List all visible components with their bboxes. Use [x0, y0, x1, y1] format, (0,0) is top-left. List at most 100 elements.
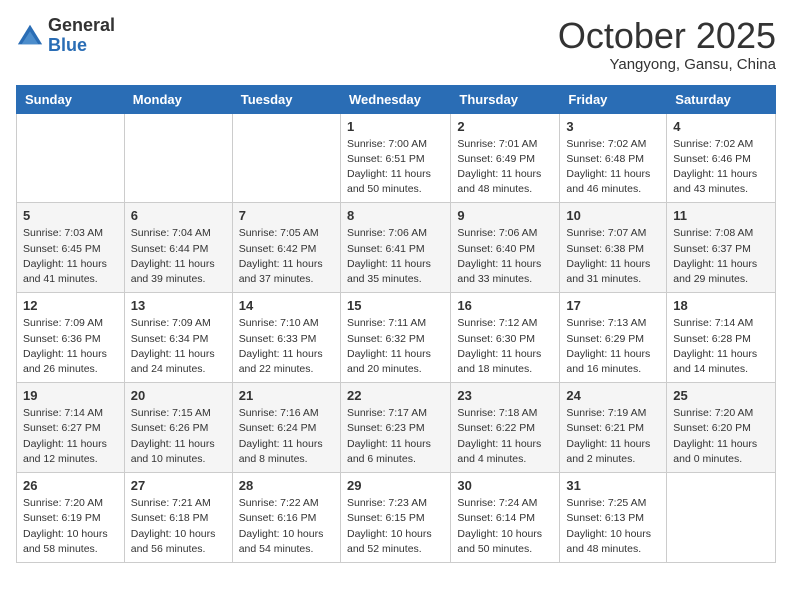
day-number: 20: [131, 388, 226, 403]
location-subtitle: Yangyong, Gansu, China: [558, 56, 776, 73]
day-info: Sunrise: 7:07 AM Sunset: 6:38 PM Dayligh…: [566, 226, 660, 287]
weekday-header-monday: Monday: [124, 85, 232, 113]
day-info: Sunrise: 7:05 AM Sunset: 6:42 PM Dayligh…: [239, 226, 334, 287]
day-info: Sunrise: 7:06 AM Sunset: 6:41 PM Dayligh…: [347, 226, 444, 287]
month-title: October 2025: [558, 16, 776, 56]
calendar-table: SundayMondayTuesdayWednesdayThursdayFrid…: [16, 85, 776, 563]
day-info: Sunrise: 7:25 AM Sunset: 6:13 PM Dayligh…: [566, 496, 660, 557]
day-number: 27: [131, 478, 226, 493]
day-info: Sunrise: 7:03 AM Sunset: 6:45 PM Dayligh…: [23, 226, 118, 287]
day-number: 23: [457, 388, 553, 403]
day-info: Sunrise: 7:18 AM Sunset: 6:22 PM Dayligh…: [457, 406, 553, 467]
calendar-cell: 5 Sunrise: 7:03 AM Sunset: 6:45 PM Daylig…: [17, 203, 125, 293]
logo: General Blue: [16, 16, 115, 56]
day-number: 31: [566, 478, 660, 493]
day-number: 15: [347, 298, 444, 313]
calendar-cell: 16 Sunrise: 7:12 AM Sunset: 6:30 PM Dayli…: [451, 293, 560, 383]
day-number: 26: [23, 478, 118, 493]
calendar-cell: 24 Sunrise: 7:19 AM Sunset: 6:21 PM Dayli…: [560, 383, 667, 473]
weekday-header-tuesday: Tuesday: [232, 85, 340, 113]
day-number: 18: [673, 298, 769, 313]
calendar-cell: 6Sunrise: 7:04 AM Sunset: 6:44 PM Daylig…: [124, 203, 232, 293]
calendar-cell: [17, 113, 125, 203]
calendar-cell: 25 Sunrise: 7:20 AM Sunset: 6:20 PM Dayli…: [667, 383, 776, 473]
calendar-cell: 8 Sunrise: 7:06 AM Sunset: 6:41 PM Daylig…: [340, 203, 450, 293]
day-info: Sunrise: 7:09 AM Sunset: 6:34 PM Dayligh…: [131, 316, 226, 377]
day-number: 29: [347, 478, 444, 493]
day-number: 30: [457, 478, 553, 493]
day-info: Sunrise: 7:24 AM Sunset: 6:14 PM Dayligh…: [457, 496, 553, 557]
day-info: Sunrise: 7:13 AM Sunset: 6:29 PM Dayligh…: [566, 316, 660, 377]
day-number: 7: [239, 208, 334, 223]
page-header: General Blue October 2025 Yangyong, Gans…: [16, 16, 776, 73]
day-number: 9: [457, 208, 553, 223]
calendar-cell: 28 Sunrise: 7:22 AM Sunset: 6:16 PM Dayli…: [232, 473, 340, 563]
day-info: Sunrise: 7:19 AM Sunset: 6:21 PM Dayligh…: [566, 406, 660, 467]
day-number: 11: [673, 208, 769, 223]
day-number: 12: [23, 298, 118, 313]
calendar-cell: 10 Sunrise: 7:07 AM Sunset: 6:38 PM Dayli…: [560, 203, 667, 293]
calendar-cell: 12 Sunrise: 7:09 AM Sunset: 6:36 PM Dayli…: [17, 293, 125, 383]
day-info: Sunrise: 7:16 AM Sunset: 6:24 PM Dayligh…: [239, 406, 334, 467]
calendar-cell: 18 Sunrise: 7:14 AM Sunset: 6:28 PM Dayli…: [667, 293, 776, 383]
day-number: 8: [347, 208, 444, 223]
day-info: Sunrise: 7:21 AM Sunset: 6:18 PM Dayligh…: [131, 496, 226, 557]
calendar-cell: 23 Sunrise: 7:18 AM Sunset: 6:22 PM Dayli…: [451, 383, 560, 473]
day-number: 17: [566, 298, 660, 313]
day-info: Sunrise: 7:09 AM Sunset: 6:36 PM Dayligh…: [23, 316, 118, 377]
day-number: 19: [23, 388, 118, 403]
day-number: 10: [566, 208, 660, 223]
calendar-week-row: 5 Sunrise: 7:03 AM Sunset: 6:45 PM Daylig…: [17, 203, 776, 293]
day-info: Sunrise: 7:14 AM Sunset: 6:27 PM Dayligh…: [23, 406, 118, 467]
calendar-cell: 9 Sunrise: 7:06 AM Sunset: 6:40 PM Daylig…: [451, 203, 560, 293]
calendar-cell: 31 Sunrise: 7:25 AM Sunset: 6:13 PM Dayli…: [560, 473, 667, 563]
calendar-cell: [667, 473, 776, 563]
calendar-cell: 20 Sunrise: 7:15 AM Sunset: 6:26 PM Dayli…: [124, 383, 232, 473]
day-info: Sunrise: 7:11 AM Sunset: 6:32 PM Dayligh…: [347, 316, 444, 377]
day-number: 13: [131, 298, 226, 313]
day-info: Sunrise: 7:06 AM Sunset: 6:40 PM Dayligh…: [457, 226, 553, 287]
day-number: 22: [347, 388, 444, 403]
day-number: 2: [457, 119, 553, 134]
calendar-cell: 19 Sunrise: 7:14 AM Sunset: 6:27 PM Dayli…: [17, 383, 125, 473]
calendar-cell: 3Sunrise: 7:02 AM Sunset: 6:48 PM Daylig…: [560, 113, 667, 203]
day-number: 4: [673, 119, 769, 134]
day-info: Sunrise: 7:01 AM Sunset: 6:49 PM Dayligh…: [457, 137, 553, 198]
calendar-cell: 1 Sunrise: 7:00 AM Sunset: 6:51 PM Daylig…: [340, 113, 450, 203]
weekday-header-sunday: Sunday: [17, 85, 125, 113]
weekday-header-wednesday: Wednesday: [340, 85, 450, 113]
day-info: Sunrise: 7:12 AM Sunset: 6:30 PM Dayligh…: [457, 316, 553, 377]
calendar-cell: 29Sunrise: 7:23 AM Sunset: 6:15 PM Dayli…: [340, 473, 450, 563]
day-info: Sunrise: 7:14 AM Sunset: 6:28 PM Dayligh…: [673, 316, 769, 377]
day-number: 14: [239, 298, 334, 313]
calendar-week-row: 12 Sunrise: 7:09 AM Sunset: 6:36 PM Dayli…: [17, 293, 776, 383]
day-info: Sunrise: 7:00 AM Sunset: 6:51 PM Dayligh…: [347, 137, 444, 198]
calendar-cell: 15 Sunrise: 7:11 AM Sunset: 6:32 PM Dayli…: [340, 293, 450, 383]
calendar-cell: 13 Sunrise: 7:09 AM Sunset: 6:34 PM Dayli…: [124, 293, 232, 383]
weekday-header-saturday: Saturday: [667, 85, 776, 113]
logo-general-text: General: [48, 16, 115, 36]
day-number: 28: [239, 478, 334, 493]
day-number: 6: [131, 208, 226, 223]
calendar-cell: 2 Sunrise: 7:01 AM Sunset: 6:49 PM Daylig…: [451, 113, 560, 203]
day-number: 5: [23, 208, 118, 223]
calendar-cell: 11Sunrise: 7:08 AM Sunset: 6:37 PM Dayli…: [667, 203, 776, 293]
day-number: 16: [457, 298, 553, 313]
calendar-cell: 4 Sunrise: 7:02 AM Sunset: 6:46 PM Daylig…: [667, 113, 776, 203]
day-info: Sunrise: 7:02 AM Sunset: 6:46 PM Dayligh…: [673, 137, 769, 198]
calendar-week-row: 1 Sunrise: 7:00 AM Sunset: 6:51 PM Daylig…: [17, 113, 776, 203]
calendar-cell: 30 Sunrise: 7:24 AM Sunset: 6:14 PM Dayli…: [451, 473, 560, 563]
day-info: Sunrise: 7:15 AM Sunset: 6:26 PM Dayligh…: [131, 406, 226, 467]
calendar-cell: 26 Sunrise: 7:20 AM Sunset: 6:19 PM Dayli…: [17, 473, 125, 563]
title-block: October 2025 Yangyong, Gansu, China: [558, 16, 776, 73]
day-info: Sunrise: 7:20 AM Sunset: 6:19 PM Dayligh…: [23, 496, 118, 557]
calendar-cell: 22Sunrise: 7:17 AM Sunset: 6:23 PM Dayli…: [340, 383, 450, 473]
day-info: Sunrise: 7:20 AM Sunset: 6:20 PM Dayligh…: [673, 406, 769, 467]
weekday-header-row: SundayMondayTuesdayWednesdayThursdayFrid…: [17, 85, 776, 113]
day-info: Sunrise: 7:22 AM Sunset: 6:16 PM Dayligh…: [239, 496, 334, 557]
logo-blue-text: Blue: [48, 36, 115, 56]
day-number: 25: [673, 388, 769, 403]
calendar-cell: 27 Sunrise: 7:21 AM Sunset: 6:18 PM Dayli…: [124, 473, 232, 563]
day-number: 1: [347, 119, 444, 134]
day-number: 24: [566, 388, 660, 403]
